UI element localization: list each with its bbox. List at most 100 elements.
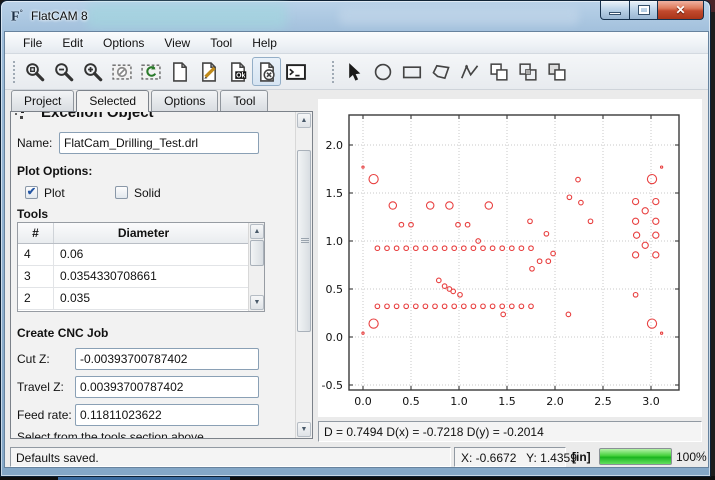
solid-checkbox-label[interactable]: Solid [134, 186, 161, 200]
intersection-icon [517, 61, 539, 83]
feed-rate-label: Feed rate: [17, 408, 72, 422]
plot-checkbox-label[interactable]: Plot [44, 186, 65, 200]
close-icon: ✕ [675, 3, 685, 17]
solid-checkbox[interactable] [115, 186, 128, 199]
union-icon [488, 61, 510, 83]
scroll-up-button[interactable]: ▲ [250, 224, 264, 239]
plot-ticks: 0.00.51.01.52.02.53.0-0.50.00.51.01.52.0 [322, 115, 679, 408]
excellon-object-form: Excellon Object Name: Plot Options: ✔ Pl… [11, 112, 295, 438]
draw-rectangle-icon [401, 61, 423, 83]
plot-grid [349, 115, 679, 390]
draw-polygon-button[interactable] [426, 57, 455, 86]
edit-object-button[interactable] [194, 57, 223, 86]
window-controls: ✕ [600, 1, 704, 20]
menu-item-options[interactable]: Options [93, 33, 154, 53]
tab-bar: ProjectSelectedOptionsTool [11, 90, 270, 112]
scrollbar-thumb[interactable] [297, 150, 311, 332]
plot-canvas[interactable]: 0.00.51.01.52.02.53.0-0.50.00.51.01.52.0 [318, 99, 702, 417]
menu-item-file[interactable]: File [13, 33, 52, 53]
draw-polygon-icon [430, 61, 452, 83]
pointer-button[interactable] [339, 57, 368, 86]
column-header-diameter[interactable]: Diameter [54, 223, 233, 243]
titlebar[interactable]: F° FlatCAM 8 ✕ [1, 1, 712, 31]
delete-object-button[interactable] [252, 57, 281, 86]
panel-scrollbar[interactable]: ▲ ▼ [295, 112, 312, 438]
maximize-button[interactable] [630, 1, 658, 20]
window-client-area: FileEditOptionsViewToolHelp Ok ProjectSe… [4, 31, 709, 468]
tools-table-body: 40.0630.035433070866120.035 [18, 244, 264, 310]
name-label: Name: [17, 136, 52, 150]
plot-options-label: Plot Options: [17, 164, 92, 178]
drill-holes [362, 166, 663, 334]
scroll-down-button[interactable]: ▼ [297, 422, 311, 437]
minimize-button[interactable] [600, 1, 630, 20]
toolbar-drag-handle[interactable] [11, 59, 16, 85]
tool-diameter-cell[interactable]: 0.0354330708661 [54, 266, 233, 287]
tool-diameter-cell[interactable]: 0.06 [54, 244, 233, 265]
replot-button[interactable] [136, 57, 165, 86]
menu-bar: FileEditOptionsViewToolHelp [5, 32, 708, 54]
zoom-in-button[interactable] [78, 57, 107, 86]
drill-plot[interactable]: 0.00.51.01.52.02.53.0-0.50.00.51.01.52.0 [318, 99, 702, 417]
plot-checkbox[interactable]: ✔ [25, 186, 38, 199]
svg-text:1.5: 1.5 [326, 187, 344, 200]
tool-row[interactable]: 40.06 [18, 244, 264, 266]
union-button[interactable] [484, 57, 513, 86]
new-object-button[interactable] [165, 57, 194, 86]
cut-z-input[interactable] [75, 348, 259, 370]
zoom-in-icon [82, 61, 104, 83]
pointer-icon [343, 61, 365, 83]
svg-text:0.0: 0.0 [326, 331, 344, 344]
tool-number-cell[interactable]: 2 [18, 288, 54, 309]
tab-project[interactable]: Project [11, 90, 74, 111]
tools-table-scrollbar[interactable]: ▲ ▼ [248, 223, 264, 311]
maximize-icon [639, 6, 649, 14]
draw-circle-button[interactable] [368, 57, 397, 86]
progress-bar [599, 448, 672, 465]
tool-number-cell[interactable]: 3 [18, 266, 54, 287]
close-button[interactable]: ✕ [658, 1, 704, 20]
minimize-icon [609, 12, 621, 15]
name-input[interactable] [59, 132, 259, 154]
tools-table-header: # Diameter [18, 223, 264, 244]
draw-rectangle-button[interactable] [397, 57, 426, 86]
scroll-up-button[interactable]: ▲ [297, 113, 311, 128]
tool-row[interactable]: 30.0354330708661 [18, 266, 264, 288]
svg-text:0.5: 0.5 [326, 283, 344, 296]
scrollbar-thumb[interactable] [250, 240, 264, 266]
edit-object-icon [198, 61, 220, 83]
zoom-fit-button[interactable] [20, 57, 49, 86]
svg-text:2.0: 2.0 [326, 139, 344, 152]
travel-z-label: Travel Z: [17, 380, 64, 394]
tab-tool[interactable]: Tool [220, 90, 268, 111]
subtract-button[interactable] [542, 57, 571, 86]
tool-row[interactable]: 20.035 [18, 288, 264, 310]
svg-text:1.0: 1.0 [326, 235, 344, 248]
menu-item-edit[interactable]: Edit [52, 33, 93, 53]
column-header-number[interactable]: # [18, 223, 54, 243]
plot-frame [349, 115, 679, 390]
resize-grip[interactable]: ⋰ [695, 449, 705, 462]
menu-item-help[interactable]: Help [242, 33, 287, 53]
scroll-down-button[interactable]: ▼ [250, 295, 264, 310]
intersection-button[interactable] [513, 57, 542, 86]
svg-text:2.0: 2.0 [546, 395, 564, 408]
zoom-out-button[interactable] [49, 57, 78, 86]
clear-plot-button[interactable] [107, 57, 136, 86]
update-object-button[interactable]: Ok [223, 57, 252, 86]
svg-text:Ok: Ok [236, 72, 245, 79]
toolbar-drag-handle[interactable] [330, 59, 335, 85]
object-title: Excellon Object [41, 112, 154, 121]
draw-path-button[interactable] [455, 57, 484, 86]
menu-item-view[interactable]: View [154, 33, 200, 53]
tool-diameter-cell[interactable]: 0.035 [54, 288, 233, 309]
shell-button[interactable] [281, 57, 310, 86]
tab-options[interactable]: Options [151, 90, 218, 111]
thumb-grip [301, 238, 309, 239]
travel-z-input[interactable] [75, 376, 259, 398]
tab-selected[interactable]: Selected [76, 90, 149, 112]
menu-item-tool[interactable]: Tool [200, 33, 242, 53]
feed-rate-input[interactable] [75, 404, 259, 426]
tool-number-cell[interactable]: 4 [18, 244, 54, 265]
selected-panel: Excellon Object Name: Plot Options: ✔ Pl… [10, 111, 313, 439]
